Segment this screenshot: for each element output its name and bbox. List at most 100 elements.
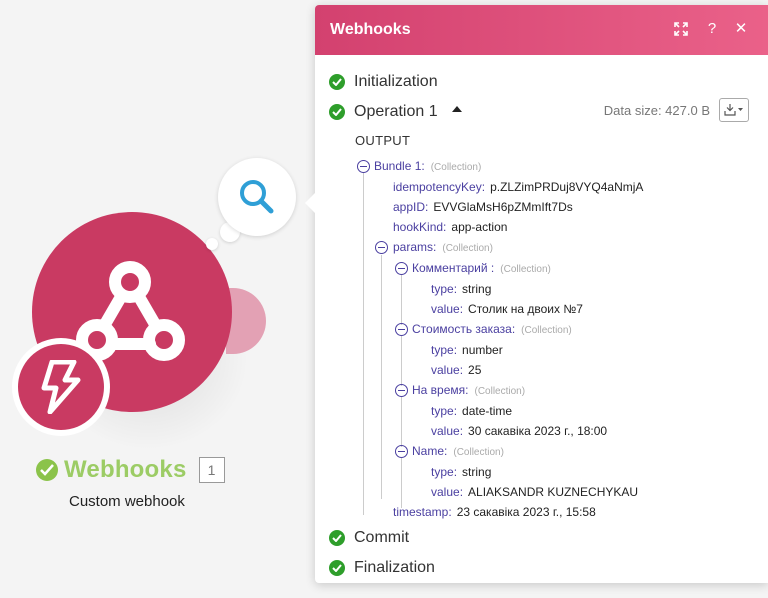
tree-key: appID	[393, 200, 428, 214]
collapse-toggle-icon[interactable]	[395, 323, 408, 336]
panel-title: Webhooks	[330, 21, 411, 38]
tree-item-timestamp: timestamp 23 сакавіка 2023 г., 15:58	[393, 505, 596, 519]
collection-tag: (Collection)	[500, 264, 551, 275]
collapse-toggle-icon[interactable]	[357, 160, 370, 173]
tree-value: ALIAKSANDR KUZNECHYKAU	[468, 485, 639, 499]
tree-key: value	[431, 302, 463, 316]
panel-header: Webhooks ? ✕	[315, 5, 768, 55]
download-output-button[interactable]	[719, 98, 749, 122]
instant-trigger-badge	[12, 338, 110, 436]
status-operation[interactable]: Operation 1	[329, 103, 462, 121]
tree-key: type	[431, 282, 457, 296]
tree-key: Стоимость заказа	[412, 322, 515, 336]
operations-count-badge[interactable]: 1	[198, 457, 225, 483]
output-label: OUTPUT	[355, 133, 411, 148]
check-icon	[329, 104, 345, 120]
tree-value: p.ZLZimPRDuj8VYQ4aNmjA	[490, 180, 644, 194]
tree-item-value: value 30 сакавіка 2023 г., 18:00	[431, 424, 607, 438]
tree-item-idempotency: idempotencyKey p.ZLZimPRDuj8VYQ4aNmjA	[393, 180, 643, 194]
tree-node-name[interactable]: Name (Collection)	[412, 444, 504, 458]
tree-value: 30 сакавіка 2023 г., 18:00	[468, 424, 608, 438]
tree-item-hookkind: hookKind app-action	[393, 220, 507, 234]
tree-guide	[401, 397, 402, 447]
module-connector-tab[interactable]	[226, 288, 266, 354]
magnifier-icon	[240, 180, 274, 214]
collapse-caret-icon[interactable]	[451, 106, 462, 112]
tree-key: type	[431, 343, 457, 357]
tree-item-value: value Столик на двоих №7	[431, 302, 583, 316]
tree-guide	[401, 458, 402, 508]
tree-value: 25	[468, 363, 482, 377]
check-icon	[329, 560, 345, 576]
close-button[interactable]: ✕	[731, 19, 751, 39]
tree-key: timestamp	[393, 505, 452, 519]
data-size: Data size: 427.0 B	[603, 103, 710, 118]
tree-key: idempotencyKey	[393, 180, 485, 194]
inspect-bubble[interactable]	[218, 158, 296, 236]
collapse-toggle-icon[interactable]	[375, 241, 388, 254]
output-panel: Webhooks ? ✕ Initialization Operation 1 …	[305, 5, 768, 583]
collection-tag: (Collection)	[453, 447, 504, 458]
collection-tag: (Collection)	[442, 243, 493, 254]
tree-item-appid: appID EVVGlaMsH6pZMmIft7Ds	[393, 200, 573, 214]
operation-label: Operation 1	[354, 103, 438, 120]
collection-tag: (Collection)	[521, 325, 572, 336]
tree-value: string	[462, 282, 492, 296]
initialization-label: Initialization	[354, 73, 438, 90]
tree-node-cost[interactable]: Стоимость заказа (Collection)	[412, 322, 572, 336]
tree-guide	[401, 336, 402, 386]
collapse-toggle-icon[interactable]	[395, 384, 408, 397]
tree-value: number	[462, 343, 503, 357]
success-check-icon	[36, 459, 58, 481]
tree-value: date-time	[462, 404, 513, 418]
tree-item-type: type string	[431, 282, 491, 296]
collection-tag: (Collection)	[474, 386, 526, 397]
tree-key: params	[393, 240, 436, 254]
tree-value: Столик на двоих №7	[468, 302, 583, 316]
module-subtitle: Custom webhook	[69, 493, 185, 510]
download-icon	[724, 104, 743, 116]
tree-value: EVVGlaMsH6pZMmIft7Ds	[433, 200, 573, 214]
panel-pointer	[305, 193, 315, 213]
tree-node-time[interactable]: На время (Collection)	[412, 383, 525, 397]
lightning-icon	[41, 360, 81, 414]
tree-key: На время	[412, 383, 469, 397]
collapse-toggle-icon[interactable]	[395, 445, 408, 458]
tree-guide	[381, 255, 382, 499]
tree-key: Комментарий	[412, 261, 494, 275]
tree-node-comment[interactable]: Комментарий (Collection)	[412, 261, 551, 275]
help-button[interactable]: ?	[702, 19, 722, 39]
tree-item-type: type date-time	[431, 404, 512, 418]
status-initialization[interactable]: Initialization	[329, 73, 438, 91]
tree-value: 23 сакавіка 2023 г., 15:58	[456, 505, 596, 519]
commit-label: Commit	[354, 529, 410, 546]
expand-button[interactable]	[671, 19, 691, 39]
tree-key: hookKind	[393, 220, 446, 234]
tree-key: Name	[412, 444, 447, 458]
status-finalization[interactable]: Finalization	[329, 559, 435, 577]
finalization-label: Finalization	[354, 559, 435, 576]
tree-value: app-action	[451, 220, 508, 234]
tree-key: Bundle 1	[374, 159, 425, 173]
tree-item-value: value 25	[431, 363, 481, 377]
tree-item-type: type number	[431, 343, 503, 357]
tree-item-type: type string	[431, 465, 491, 479]
module-title-row: Webhooks 1	[36, 456, 225, 484]
bubble-dot-small	[206, 238, 218, 250]
collection-tag: (Collection)	[430, 162, 482, 173]
tree-node-params[interactable]: params (Collection)	[393, 240, 493, 254]
tree-value: string	[462, 465, 492, 479]
module-title: Webhooks	[64, 456, 187, 483]
tree-guide	[363, 173, 364, 515]
check-icon	[329, 530, 345, 546]
check-icon	[329, 74, 345, 90]
tree-key: value	[431, 424, 463, 438]
status-commit[interactable]: Commit	[329, 529, 409, 547]
expand-icon	[674, 22, 688, 36]
collapse-toggle-icon[interactable]	[395, 262, 408, 275]
tree-guide	[401, 275, 402, 325]
tree-key: type	[431, 465, 457, 479]
tree-key: value	[431, 363, 463, 377]
tree-key: value	[431, 485, 463, 499]
tree-node-bundle[interactable]: Bundle 1 (Collection)	[374, 159, 481, 173]
